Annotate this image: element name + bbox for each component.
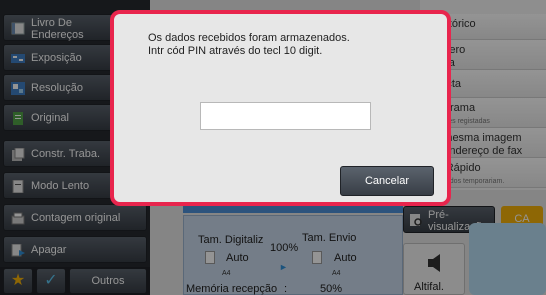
dialog-message-line2: Intr cód PIN através do tecl 10 digit. xyxy=(148,45,323,57)
cancel-button[interactable]: Cancelar xyxy=(340,166,434,196)
dialog-message-line1: Os dados recebidos foram armazenados. xyxy=(148,32,350,44)
pin-dialog: Os dados recebidos foram armazenados. In… xyxy=(110,10,451,206)
fax-screen: Livro De Endereços Exposição Resolução O… xyxy=(0,0,546,295)
pin-input[interactable] xyxy=(200,102,371,130)
